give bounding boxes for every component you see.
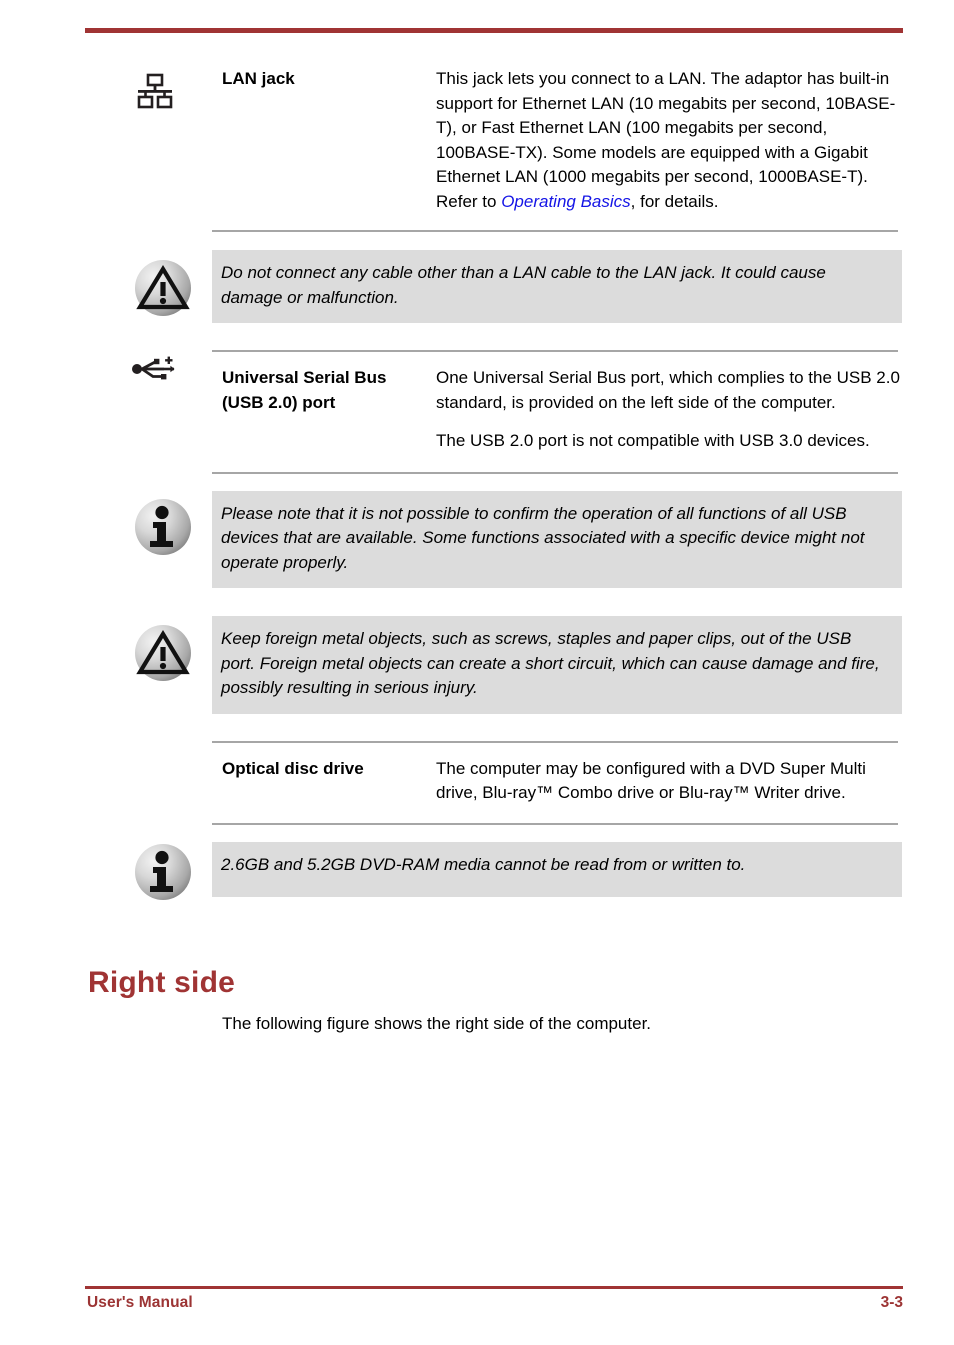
optical-drive-description: The computer may be configured with a DV…: [436, 758, 866, 803]
information-glyph: [150, 505, 173, 547]
spec-row-lan-jack: LAN jack This jack lets you connect to a…: [0, 55, 954, 214]
row-separator: [212, 471, 898, 474]
row-separator: [212, 230, 898, 232]
warning-icon-background: [135, 625, 191, 681]
usb-label-line-2: (USB 2.0) port: [222, 392, 336, 412]
lan-caution-note: Do not connect any cable other than a LA…: [212, 250, 902, 323]
footer-rule: [85, 1286, 903, 1289]
lan-jack-label: LAN jack: [222, 69, 295, 88]
usb-plus-icon: [132, 356, 178, 382]
usb-port-description: One Universal Serial Bus port, which com…: [436, 364, 902, 454]
header-rule: [85, 28, 903, 33]
warning-triangle-glyph: [136, 264, 190, 310]
page-title-right-side: Right side: [88, 966, 236, 999]
information-icon: [135, 498, 191, 555]
usb-caution-note: Keep foreign metal objects, such as scre…: [212, 616, 902, 714]
optical-drive-label: Optical disc drive: [222, 758, 364, 778]
warning-triangle-glyph: [136, 629, 190, 675]
information-icon: [135, 843, 191, 900]
usb-port-label: Universal Serial Bus (USB 2.0) port: [212, 364, 436, 415]
warning-triangle-icon: [135, 260, 191, 316]
usb-info-note: Please note that it is not possible to c…: [212, 490, 902, 588]
information-icon-background: [135, 498, 191, 555]
information-icon-background: [135, 843, 191, 900]
note-block-optical-info: 2.6GB and 5.2GB DVD-RAM media cannot be …: [0, 841, 954, 900]
right-side-paragraph: The following figure shows the right sid…: [222, 1014, 652, 1033]
lan-desc-text-after: , for details.: [630, 191, 719, 211]
usb-plus-glyph: [132, 356, 175, 380]
spec-row-optical-disc-drive: Optical disc drive The computer may be c…: [0, 743, 954, 806]
operating-basics-link[interactable]: Operating Basics: [501, 192, 630, 211]
spec-row-usb-port: Universal Serial Bus (USB 2.0) port One …: [0, 352, 954, 454]
warning-triangle-icon: [135, 625, 191, 681]
footer-manual-label: User's Manual: [87, 1294, 193, 1311]
note-block-lan-caution: Do not connect any cable other than a LA…: [0, 250, 954, 323]
page-content: LAN jack This jack lets you connect to a…: [0, 55, 954, 900]
lan-jack-icon-glyph: [137, 73, 173, 109]
footer-page-number: 3-3: [880, 1294, 903, 1311]
lan-desc-text-before: This jack lets you connect to a LAN. The…: [436, 69, 896, 211]
usb-paragraph-2: The USB 2.0 port is not compatible with …: [436, 431, 870, 450]
usb-label-line-1: Universal Serial Bus: [222, 368, 387, 387]
manual-page: LAN jack This jack lets you connect to a…: [0, 0, 954, 1345]
lan-jack-icon: [135, 71, 175, 111]
information-glyph: [150, 850, 173, 892]
row-separator: [212, 822, 898, 825]
usb-paragraph-1: One Universal Serial Bus port, which com…: [436, 368, 900, 412]
lan-jack-description: This jack lets you connect to a LAN. The…: [436, 65, 902, 214]
optical-info-note: 2.6GB and 5.2GB DVD-RAM media cannot be …: [212, 841, 902, 897]
note-block-usb-info: Please note that it is not possible to c…: [0, 490, 954, 588]
warning-icon-background: [135, 260, 191, 316]
note-block-usb-caution: Keep foreign metal objects, such as scre…: [0, 616, 954, 714]
